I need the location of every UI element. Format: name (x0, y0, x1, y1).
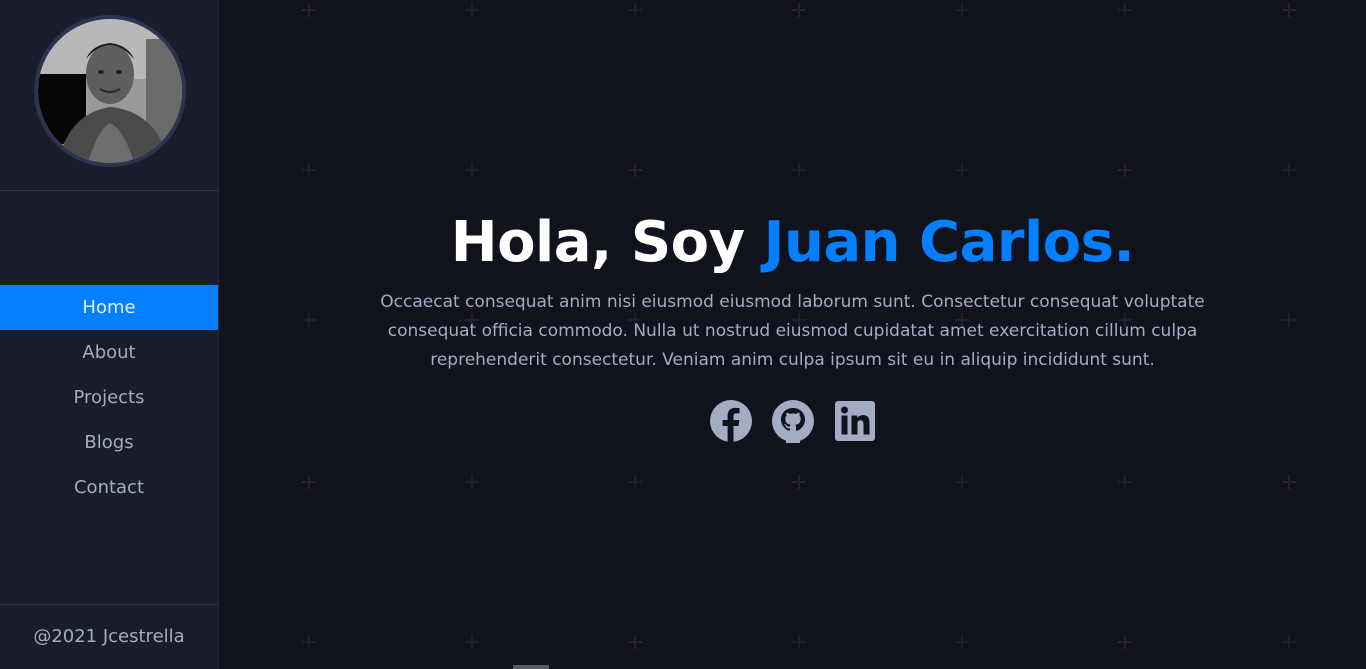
sidebar-nav: Home About Projects Blogs Contact (0, 285, 218, 510)
background-cross (628, 475, 642, 489)
background-cross (302, 635, 316, 649)
background-cross (465, 475, 479, 489)
background-cross (955, 635, 969, 649)
hero-title: Hola, Soy Juan Carlos. (219, 210, 1366, 276)
background-cross (302, 475, 316, 489)
github-icon[interactable] (771, 399, 815, 443)
background-cross (955, 3, 969, 17)
sidebar-footer: @2021 Jcestrella (0, 604, 218, 669)
page: Home About Projects Blogs Contact @2021 … (0, 0, 1366, 669)
nav-item-projects[interactable]: Projects (0, 375, 218, 420)
background-cross (302, 3, 316, 17)
background-cross (628, 163, 642, 177)
avatar-photo (38, 19, 182, 163)
avatar-section (0, 0, 218, 191)
background-cross (792, 163, 806, 177)
nav-item-blogs[interactable]: Blogs (0, 420, 218, 465)
sidebar: Home About Projects Blogs Contact @2021 … (0, 0, 219, 669)
background-cross (465, 163, 479, 177)
background-cross (1282, 3, 1296, 17)
background-cross (1118, 475, 1132, 489)
nav-item-home[interactable]: Home (0, 285, 218, 330)
background-cross (628, 3, 642, 17)
background-cross (628, 635, 642, 649)
linkedin-icon[interactable] (833, 399, 877, 443)
background-cross (302, 163, 316, 177)
hero-greeting: Hola, Soy (450, 210, 764, 275)
hero-name: Juan Carlos. (763, 210, 1135, 275)
background-cross (465, 3, 479, 17)
background-cross (1118, 3, 1132, 17)
background-cross (955, 163, 969, 177)
hero-description: Occaecat consequat anim nisi eiusmod eiu… (380, 292, 1205, 370)
background-cross (955, 475, 969, 489)
background-cross (792, 635, 806, 649)
background-cross (792, 3, 806, 17)
horizontal-scrollbar[interactable] (513, 665, 549, 669)
background-cross (465, 635, 479, 649)
background-cross (792, 475, 806, 489)
avatar (34, 15, 186, 167)
nav-item-contact[interactable]: Contact (0, 465, 218, 510)
background-cross (1118, 635, 1132, 649)
social-links (219, 399, 1366, 443)
background-cross (1118, 163, 1132, 177)
background-cross (1282, 163, 1296, 177)
hero-section: Hola, Soy Juan Carlos. Occaecat consequa… (219, 210, 1366, 443)
facebook-icon[interactable] (709, 399, 753, 443)
main-content: Hola, Soy Juan Carlos. Occaecat consequa… (219, 0, 1366, 669)
background-cross (1282, 635, 1296, 649)
nav-item-about[interactable]: About (0, 330, 218, 375)
background-cross (1282, 475, 1296, 489)
